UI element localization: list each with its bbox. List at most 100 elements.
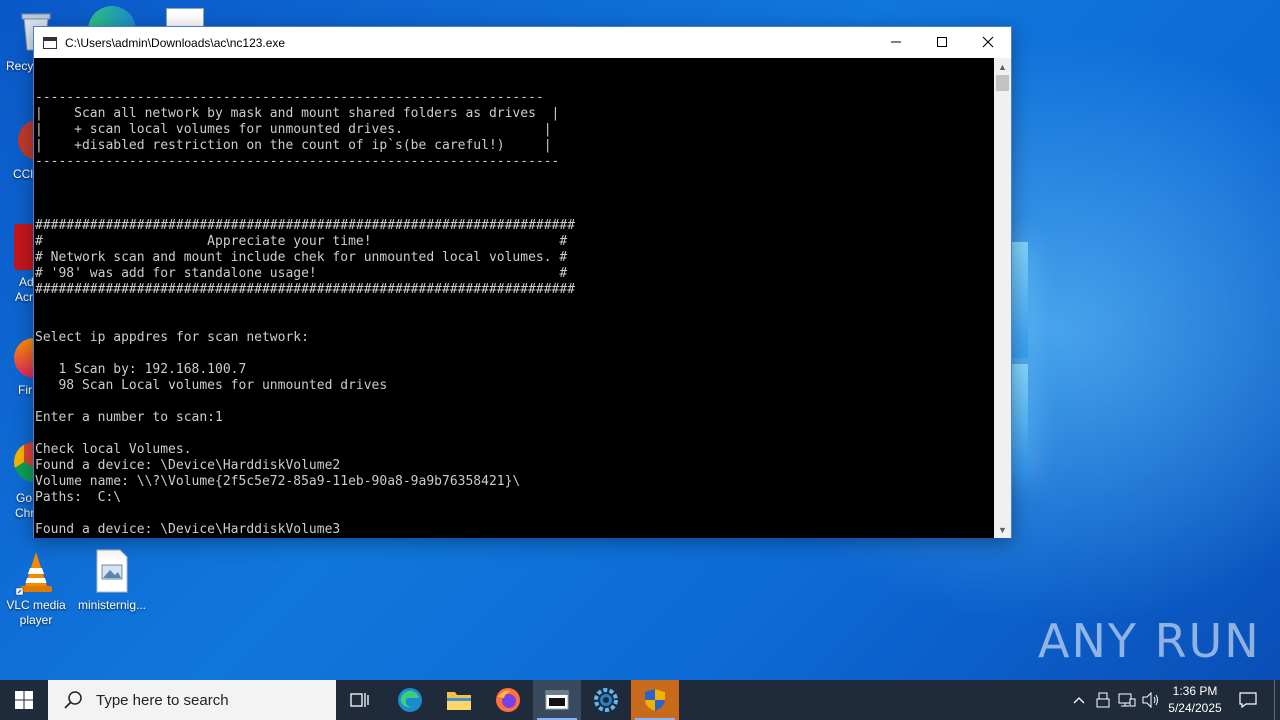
maximize-button[interactable] xyxy=(919,27,965,57)
console-line: | +disabled restriction on the count of … xyxy=(35,138,552,153)
image-file-icon xyxy=(89,548,135,594)
task-view-icon xyxy=(350,693,369,707)
console-line: # Appreciate your time! # xyxy=(35,234,568,249)
folder-icon xyxy=(447,692,471,710)
console-line: Enter a number to scan:1 xyxy=(35,410,223,425)
desktop-icon-label: Ad xyxy=(19,275,34,289)
taskbar-file-explorer[interactable] xyxy=(435,680,483,720)
watermark-text: ANY RUN xyxy=(1038,614,1261,668)
usb-device-icon xyxy=(1096,692,1110,708)
close-button[interactable] xyxy=(965,27,1011,57)
firefox-desktop-icon[interactable] xyxy=(14,338,34,378)
clock-date: 5/24/2025 xyxy=(1168,701,1222,715)
search-placeholder: Type here to search xyxy=(96,691,229,709)
acrobat-icon[interactable] xyxy=(14,224,34,270)
wallpaper-pane xyxy=(1012,364,1028,478)
tray-network-icon[interactable] xyxy=(1115,680,1139,720)
maximize-icon xyxy=(937,37,947,47)
clock-time: 1:36 PM xyxy=(1172,684,1218,698)
console-line: # Network scan and mount include chek fo… xyxy=(35,250,568,265)
taskbar-settings-app[interactable] xyxy=(582,680,630,720)
console-line: ########################################… xyxy=(35,218,576,233)
console-line: Volume name: \\?\Volume{2f5c5e72-85a9-11… xyxy=(35,474,521,489)
console-line: 1 Scan by: 192.168.100.7 xyxy=(35,362,247,377)
notification-icon xyxy=(1239,692,1257,708)
document-desktop-icon[interactable] xyxy=(166,8,204,28)
start-button[interactable] xyxy=(0,680,48,720)
desktop-icon-ministernig[interactable]: ministernig... xyxy=(74,548,150,613)
window-title: C:\Users\admin\Downloads\ac\nc123.exe xyxy=(65,35,286,50)
console-line: Check local Volumes. xyxy=(35,442,192,457)
console-app-icon xyxy=(43,36,57,49)
gear-icon xyxy=(594,688,618,712)
anyrun-watermark: ANY RUN xyxy=(1038,606,1261,676)
taskbar-security-app[interactable] xyxy=(631,680,679,720)
console-output[interactable]: ----------------------------------------… xyxy=(34,58,995,538)
network-icon xyxy=(1118,693,1136,707)
desktop-icon-label: Acr xyxy=(15,290,33,304)
desktop-icon-label: VLC media player xyxy=(6,598,66,627)
wallpaper-pane xyxy=(1012,242,1028,358)
taskbar: Type here to search 1:36 PM 5/24/2025 xyxy=(0,680,1280,720)
shield-icon xyxy=(645,689,665,711)
console-line: Paths: C:\ xyxy=(35,490,122,505)
taskbar-firefox[interactable] xyxy=(484,680,532,720)
desktop-icon-label: CCl xyxy=(13,167,33,181)
edge-icon xyxy=(398,688,422,712)
window-titlebar[interactable]: C:\Users\admin\Downloads\ac\nc123.exe xyxy=(34,27,1011,58)
console-line: Select ip appdres for scan network: xyxy=(35,330,309,345)
console-line: | + scan local volumes for unmounted dri… xyxy=(35,122,552,137)
desktop-icon-label: Chr xyxy=(15,506,35,520)
search-icon xyxy=(64,691,82,709)
notification-center-button[interactable] xyxy=(1234,680,1262,720)
taskbar-search-box[interactable]: Type here to search xyxy=(48,680,336,720)
tray-device-icon[interactable] xyxy=(1092,680,1114,720)
console-line: 98 Scan Local volumes for unmounted driv… xyxy=(35,378,388,393)
scrollbar-thumb[interactable] xyxy=(996,75,1009,91)
console-line: Found a device: \Device\HarddiskVolume2 xyxy=(35,458,341,473)
show-desktop-button[interactable] xyxy=(1274,680,1280,720)
desktop-icon-vlc[interactable]: VLC media player xyxy=(0,548,74,628)
taskbar-console[interactable] xyxy=(533,680,581,720)
vertical-scrollbar[interactable]: ▲ ▼ xyxy=(994,58,1011,538)
taskbar-clock[interactable]: 1:36 PM 5/24/2025 xyxy=(1160,683,1230,717)
console-window[interactable]: C:\Users\admin\Downloads\ac\nc123.exe --… xyxy=(33,26,1012,538)
desktop-icon-label: Fir xyxy=(18,383,32,397)
console-line: | Scan all network by mask and mount sha… xyxy=(35,106,560,121)
tray-volume-icon[interactable] xyxy=(1140,680,1162,720)
console-line: ########################################… xyxy=(35,282,576,297)
firefox-icon xyxy=(496,688,520,712)
taskbar-edge[interactable] xyxy=(386,680,434,720)
close-icon xyxy=(982,36,994,48)
chrome-desktop-icon[interactable] xyxy=(14,442,34,482)
console-line: ----------------------------------------… xyxy=(35,90,544,105)
scroll-down-arrow-icon[interactable]: ▼ xyxy=(994,521,1011,538)
vlc-cone-icon xyxy=(13,548,59,596)
minimize-icon xyxy=(891,41,901,43)
console-line: ----------------------------------------… xyxy=(35,154,560,169)
task-view-button[interactable] xyxy=(336,680,384,720)
desktop-icon-label: Recy xyxy=(6,59,34,73)
windows-logo-icon xyxy=(15,691,33,709)
desktop-icon-label: ministernig... xyxy=(77,598,147,612)
console-line: Found a device: \Device\HarddiskVolume3 xyxy=(35,522,341,537)
speaker-icon xyxy=(1142,692,1158,708)
scroll-up-arrow-icon[interactable]: ▲ xyxy=(994,58,1011,75)
console-line: # '98' was add for standalone usage! # xyxy=(35,266,568,281)
tray-overflow-button[interactable] xyxy=(1068,680,1090,720)
minimize-button[interactable] xyxy=(873,27,919,57)
console-window-icon xyxy=(545,690,569,710)
chevron-up-icon xyxy=(1073,697,1085,704)
desktop-icon-label: Go xyxy=(16,491,33,505)
